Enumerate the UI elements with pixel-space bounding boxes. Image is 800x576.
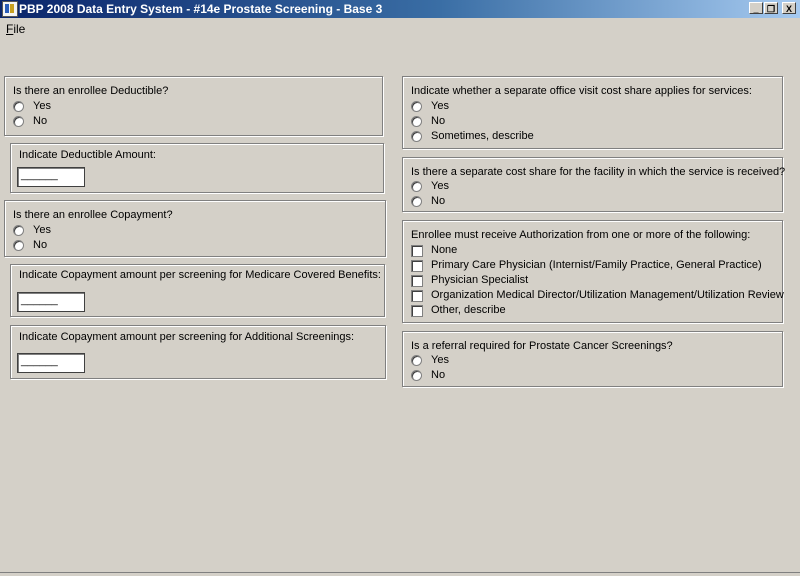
option-label: No: [431, 369, 446, 381]
option-label: Primary Care Physician (Internist/Family…: [431, 259, 762, 271]
office-visit-group: Indicate whether a separate office visit…: [402, 76, 783, 149]
title-bar[interactable]: PBP 2008 Data Entry System - #14e Prosta…: [0, 0, 800, 18]
referral-question: Is a referral required for Prostate Canc…: [411, 340, 673, 352]
radio-button[interactable]: [13, 240, 24, 251]
close-button[interactable]: X: [782, 2, 796, 14]
menu-bar: File: [0, 19, 800, 37]
checkbox[interactable]: [411, 245, 423, 257]
option-label: Yes: [431, 100, 449, 112]
authorization-group: Enrollee must receive Authorization from…: [402, 220, 784, 323]
radio-button[interactable]: [411, 355, 422, 366]
copay-additional-label: Indicate Copayment amount per screening …: [19, 331, 355, 343]
option-label: Organization Medical Director/Utilizatio…: [431, 289, 784, 301]
facility-question: Is there a separate cost share for the f…: [411, 166, 786, 178]
deductible-amount-field[interactable]: ______: [17, 167, 85, 187]
copayment-group: Is there an enrollee Copayment? Yes No: [4, 200, 386, 257]
radio-button[interactable]: [411, 131, 422, 142]
copayment-question: Is there an enrollee Copayment?: [13, 209, 173, 221]
copay-additional-field[interactable]: ______: [17, 353, 85, 373]
option-label: Sometimes, describe: [431, 130, 534, 142]
checkbox[interactable]: [411, 260, 423, 272]
radio-button[interactable]: [411, 116, 422, 127]
option-label: Yes: [431, 354, 449, 366]
facility-group: Is there a separate cost share for the f…: [402, 157, 786, 212]
option-label: No: [431, 195, 446, 207]
deductible-amount-group: Indicate Deductible Amount: ______: [10, 143, 384, 193]
option-label: Yes: [431, 180, 449, 192]
copay-medicare-group: Indicate Copayment amount per screening …: [10, 264, 385, 317]
checkbox[interactable]: [411, 290, 423, 302]
option-label: No: [33, 115, 48, 127]
option-label: Yes: [33, 100, 51, 112]
menu-file[interactable]: File: [6, 22, 25, 36]
option-label: Physician Specialist: [431, 274, 529, 286]
authorization-question: Enrollee must receive Authorization from…: [411, 229, 751, 241]
copay-medicare-label: Indicate Copayment amount per screening …: [19, 269, 381, 281]
bottom-divider: [0, 572, 800, 573]
deductible-group: Is there an enrollee Deductible? Yes No: [4, 76, 383, 136]
option-label: Yes: [33, 224, 51, 236]
deductible-amount-label: Indicate Deductible Amount:: [19, 149, 156, 161]
app-icon[interactable]: [2, 1, 18, 17]
checkbox[interactable]: [411, 305, 423, 317]
option-label: None: [431, 244, 458, 256]
radio-button[interactable]: [411, 196, 422, 207]
referral-group: Is a referral required for Prostate Canc…: [402, 331, 783, 387]
option-label: No: [431, 115, 446, 127]
window-title: PBP 2008 Data Entry System - #14e Prosta…: [19, 2, 383, 16]
option-label: No: [33, 239, 48, 251]
copay-additional-group: Indicate Copayment amount per screening …: [10, 325, 386, 379]
radio-button[interactable]: [411, 370, 422, 381]
checkbox[interactable]: [411, 275, 423, 287]
radio-button[interactable]: [13, 225, 24, 236]
restore-button[interactable]: ❐: [764, 2, 778, 14]
minimize-button[interactable]: _: [749, 2, 763, 14]
copay-medicare-field[interactable]: ______: [17, 292, 85, 312]
deductible-question: Is there an enrollee Deductible?: [13, 85, 169, 97]
radio-button[interactable]: [13, 101, 24, 112]
office-visit-question: Indicate whether a separate office visit…: [411, 85, 752, 97]
radio-button[interactable]: [411, 101, 422, 112]
radio-button[interactable]: [411, 181, 422, 192]
radio-button[interactable]: [13, 116, 24, 127]
option-label: Other, describe: [431, 304, 506, 316]
